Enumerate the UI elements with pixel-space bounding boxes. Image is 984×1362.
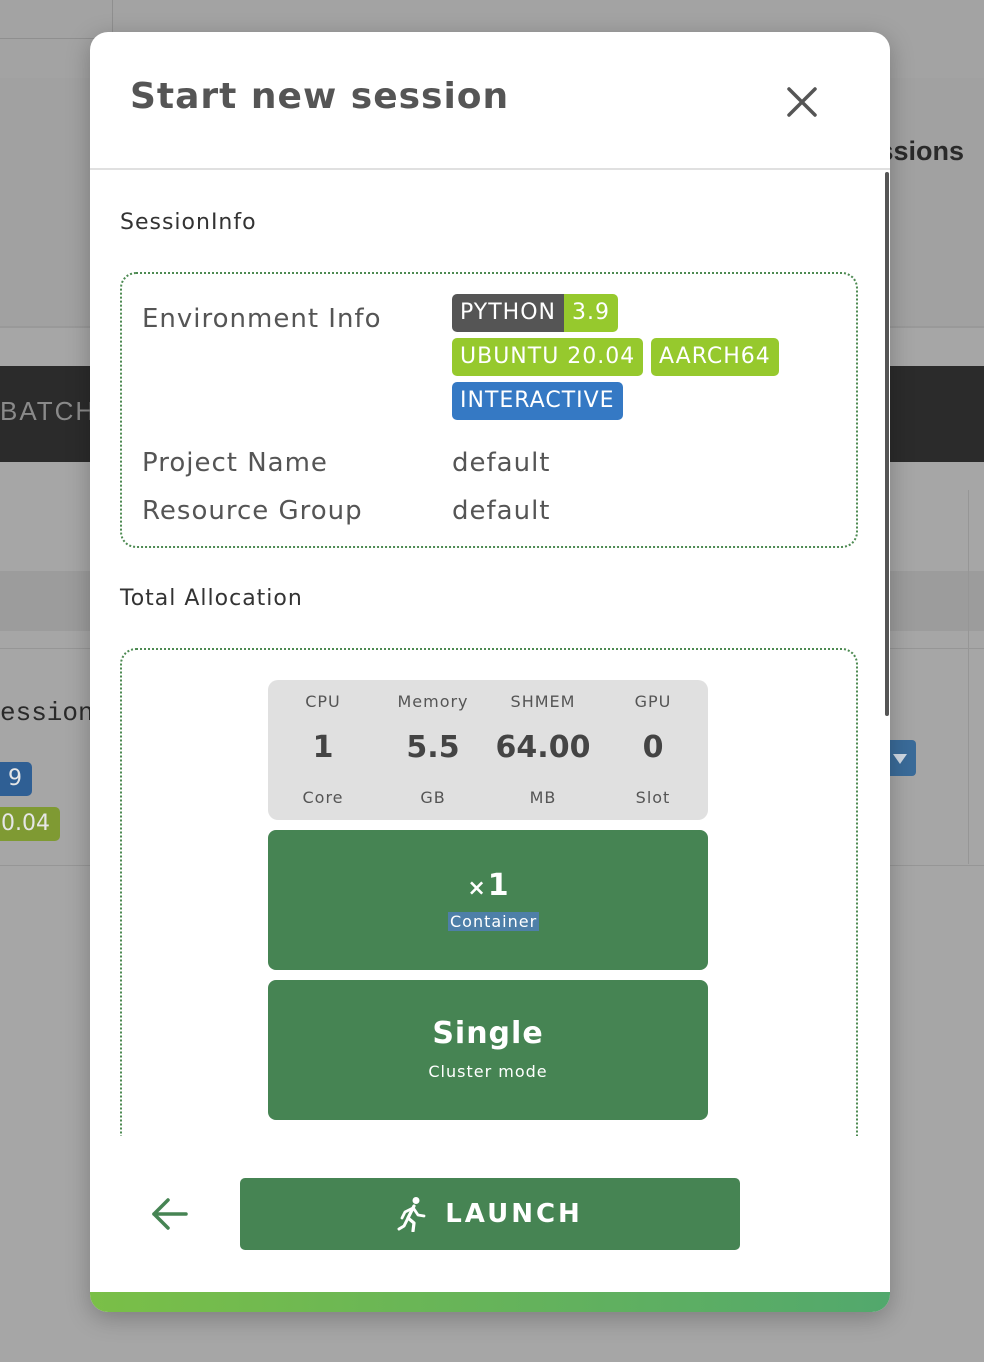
container-count: ×1 <box>268 868 708 903</box>
container-label: Container <box>448 912 540 931</box>
multiply-sign: × <box>467 876 486 901</box>
project-name-value: default <box>452 448 551 478</box>
launch-button[interactable]: LAUNCH <box>240 1178 740 1250</box>
bg-divider <box>968 490 969 864</box>
resource-name: CPU <box>305 692 341 711</box>
close-icon <box>787 87 817 117</box>
resource-value: 0 <box>642 730 664 765</box>
session-type-tag: INTERACTIVE <box>452 382 623 420</box>
resource-name: Memory <box>397 692 469 711</box>
resource-name: SHMEM <box>510 692 576 711</box>
resource-value: 1 <box>312 730 334 765</box>
bg-tab-batch: BATCH <box>0 396 97 426</box>
resource-value: 64.00 <box>495 730 591 765</box>
bg-page-title: ssions <box>878 136 964 166</box>
container-count-value: 1 <box>487 868 509 903</box>
project-name-label: Project Name <box>142 448 328 478</box>
environment-info-label: Environment Info <box>142 304 382 334</box>
bg-tag-ubuntu: 0.04 <box>0 807 60 841</box>
cluster-mode-value: Single <box>432 1016 544 1051</box>
ubuntu-tag: UBUNTU 20.04 <box>452 338 644 376</box>
resource-summary: CPU 1 Core Memory 5.5 GB SHMEM 64.00 MB … <box>268 680 708 820</box>
start-session-dialog: Start new session SessionInfo Environmen… <box>90 32 890 1312</box>
dialog-header: Start new session <box>90 32 890 170</box>
launch-label: LAUNCH <box>445 1199 583 1229</box>
bg-session-name: ession <box>0 698 94 728</box>
resource-memory: Memory 5.5 GB <box>378 680 488 820</box>
resource-group-value: default <box>452 496 551 526</box>
resource-cpu: CPU 1 Core <box>268 680 378 820</box>
python-tag-key: PYTHON <box>452 294 564 332</box>
resource-gpu: GPU 0 Slot <box>598 680 708 820</box>
cluster-mode-card: Single Cluster mode <box>268 980 708 1120</box>
running-person-icon <box>397 1197 426 1232</box>
total-allocation-heading: Total Allocation <box>120 586 303 611</box>
resource-value: 5.5 <box>406 730 460 765</box>
resource-unit: MB <box>529 788 557 807</box>
resource-unit: Core <box>302 788 344 807</box>
python-tag: PYTHON 3.9 <box>452 294 618 332</box>
progress-accent-bar <box>90 1292 890 1312</box>
resource-name: GPU <box>634 692 672 711</box>
arrow-left-icon <box>152 1198 188 1230</box>
resource-group-label: Resource Group <box>142 496 363 526</box>
bg-tag-python: 9 <box>0 762 32 796</box>
resource-unit: GB <box>420 788 446 807</box>
container-count-card: ×1 Container <box>268 830 708 970</box>
back-button[interactable] <box>146 1192 194 1236</box>
resource-shmem: SHMEM 64.00 MB <box>488 680 598 820</box>
session-info-heading: SessionInfo <box>120 210 257 235</box>
cluster-mode-label: Cluster mode <box>428 1062 548 1081</box>
scrollbar[interactable] <box>885 172 889 716</box>
arch-tag: AARCH64 <box>651 338 779 376</box>
python-tag-version: 3.9 <box>563 294 618 332</box>
close-button[interactable] <box>780 80 824 124</box>
dialog-title: Start new session <box>130 76 510 117</box>
resource-unit: Slot <box>635 788 671 807</box>
